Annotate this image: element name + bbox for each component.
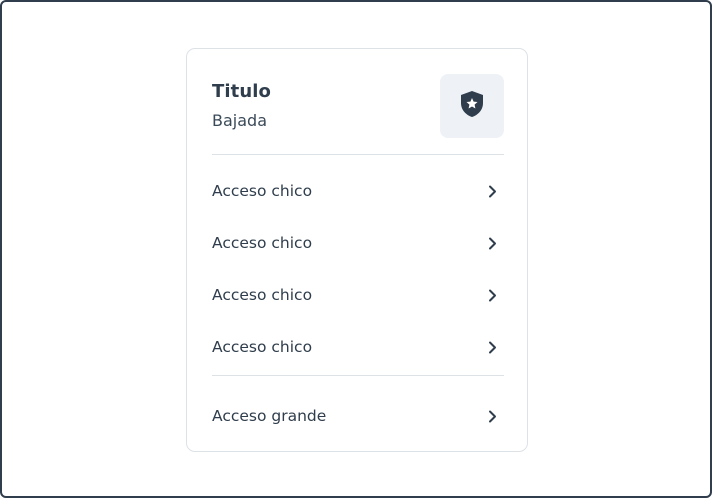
menu-card: Titulo Bajada Acceso chico Acceso chico <box>186 48 528 452</box>
header-divider <box>212 154 504 155</box>
small-link-3[interactable]: Acceso chico <box>212 275 504 315</box>
small-link-label: Acceso chico <box>212 182 313 200</box>
small-link-1[interactable]: Acceso chico <box>212 171 504 211</box>
chevron-right-icon <box>485 288 499 302</box>
card-header: Titulo Bajada <box>212 74 504 138</box>
chevron-right-icon <box>485 236 499 250</box>
links-divider <box>212 375 504 376</box>
large-link-label: Acceso grande <box>212 407 327 425</box>
window-frame: Titulo Bajada Acceso chico Acceso chico <box>0 0 712 498</box>
shield-star-icon <box>459 90 485 122</box>
small-link-4[interactable]: Acceso chico <box>212 327 504 367</box>
chevron-right-icon <box>485 340 499 354</box>
small-link-2[interactable]: Acceso chico <box>212 223 504 263</box>
chevron-right-icon <box>485 409 499 423</box>
large-link[interactable]: Acceso grande <box>212 396 504 436</box>
small-link-label: Acceso chico <box>212 338 313 356</box>
card-title: Titulo <box>212 81 272 102</box>
icon-container <box>440 74 504 138</box>
chevron-right-icon <box>485 184 499 198</box>
small-link-label: Acceso chico <box>212 286 313 304</box>
card-subtitle: Bajada <box>212 111 267 130</box>
small-link-label: Acceso chico <box>212 234 313 252</box>
